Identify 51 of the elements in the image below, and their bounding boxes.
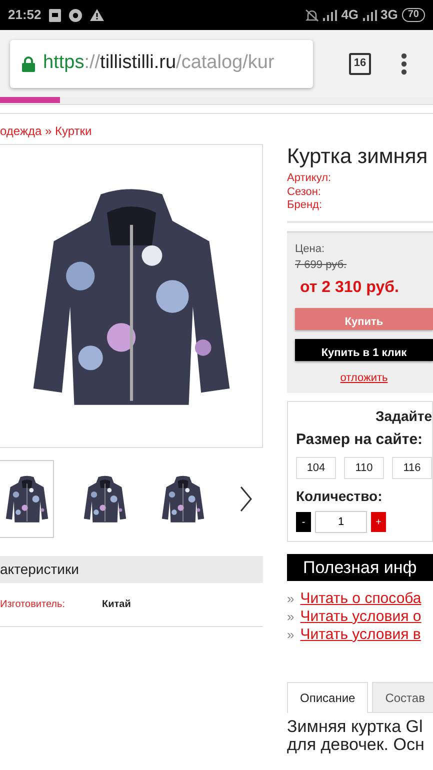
spec-label: Бренд: xyxy=(287,199,324,212)
spec-label: Сезон: xyxy=(287,186,322,199)
price: от 2 310 руб. xyxy=(300,278,400,298)
tab[interactable]: Состав xyxy=(372,682,433,712)
defer-link[interactable]: отложить xyxy=(340,372,388,384)
warning-icon xyxy=(90,9,104,21)
size-label: Размер на сайте: xyxy=(296,430,424,450)
description-text: Зимняя куртка Gl xyxy=(287,718,424,736)
spec-label: Артикул: xyxy=(287,172,332,186)
size-option[interactable]: 116 xyxy=(392,457,432,479)
size-option[interactable]: 110 xyxy=(344,457,384,479)
address-bar[interactable]: https://tillistilli.ru/catalog/kur xyxy=(10,40,313,88)
size-panel-heading: Задайте xyxy=(374,406,432,426)
status-time: 21:52 xyxy=(8,6,42,24)
browser-icon xyxy=(69,8,82,22)
network-type: 4G xyxy=(341,6,359,24)
spec-value: Китай xyxy=(102,598,131,612)
breadcrumb-link[interactable]: одежда xyxy=(0,124,42,138)
info-link[interactable]: Читать о способа xyxy=(300,590,422,608)
description-text: для девочек. Осн xyxy=(287,736,426,754)
battery-level: 70 xyxy=(402,8,425,22)
thumbnail[interactable] xyxy=(0,460,54,538)
quantity-label: Количество: xyxy=(296,487,384,506)
bullet-marker: » xyxy=(287,626,294,644)
product-title: Куртка зимняя xyxy=(287,144,429,170)
one-click-buy-button[interactable]: Купить в 1 клик xyxy=(295,338,433,360)
section-heading: актеристики xyxy=(0,556,263,583)
menu-highlight-bar xyxy=(0,97,60,103)
breadcrumb-separator: » xyxy=(44,124,53,138)
info-link[interactable]: Читать условия в xyxy=(300,626,421,644)
tab[interactable]: Описание xyxy=(287,682,368,713)
menu-icon[interactable] xyxy=(401,52,407,74)
bullet-marker: » xyxy=(287,608,294,626)
info-link[interactable]: Читать условия о xyxy=(300,608,422,626)
alarm-off-icon xyxy=(305,8,320,22)
notification-icon xyxy=(49,8,62,22)
tab-switcher[interactable]: 16 xyxy=(349,52,371,74)
quantity-field[interactable]: 1 xyxy=(315,511,367,533)
signal-icon xyxy=(323,10,338,20)
decrease-button[interactable]: - xyxy=(296,512,311,532)
price-label: Цена: xyxy=(295,242,326,256)
url-text: https://tillistilli.ru/catalog/kur xyxy=(43,52,274,74)
size-option[interactable]: 104 xyxy=(296,457,336,479)
bullet-marker: » xyxy=(287,590,294,608)
section-heading: Полезная инф xyxy=(287,554,433,581)
old-price: 7 699 руб. xyxy=(295,258,348,273)
breadcrumb-link[interactable]: Куртки xyxy=(55,124,92,138)
spec-label: Изготовитель: xyxy=(0,598,66,612)
increase-button[interactable]: + xyxy=(371,512,386,532)
signal-icon xyxy=(362,10,377,20)
network-type: 3G xyxy=(380,6,398,24)
